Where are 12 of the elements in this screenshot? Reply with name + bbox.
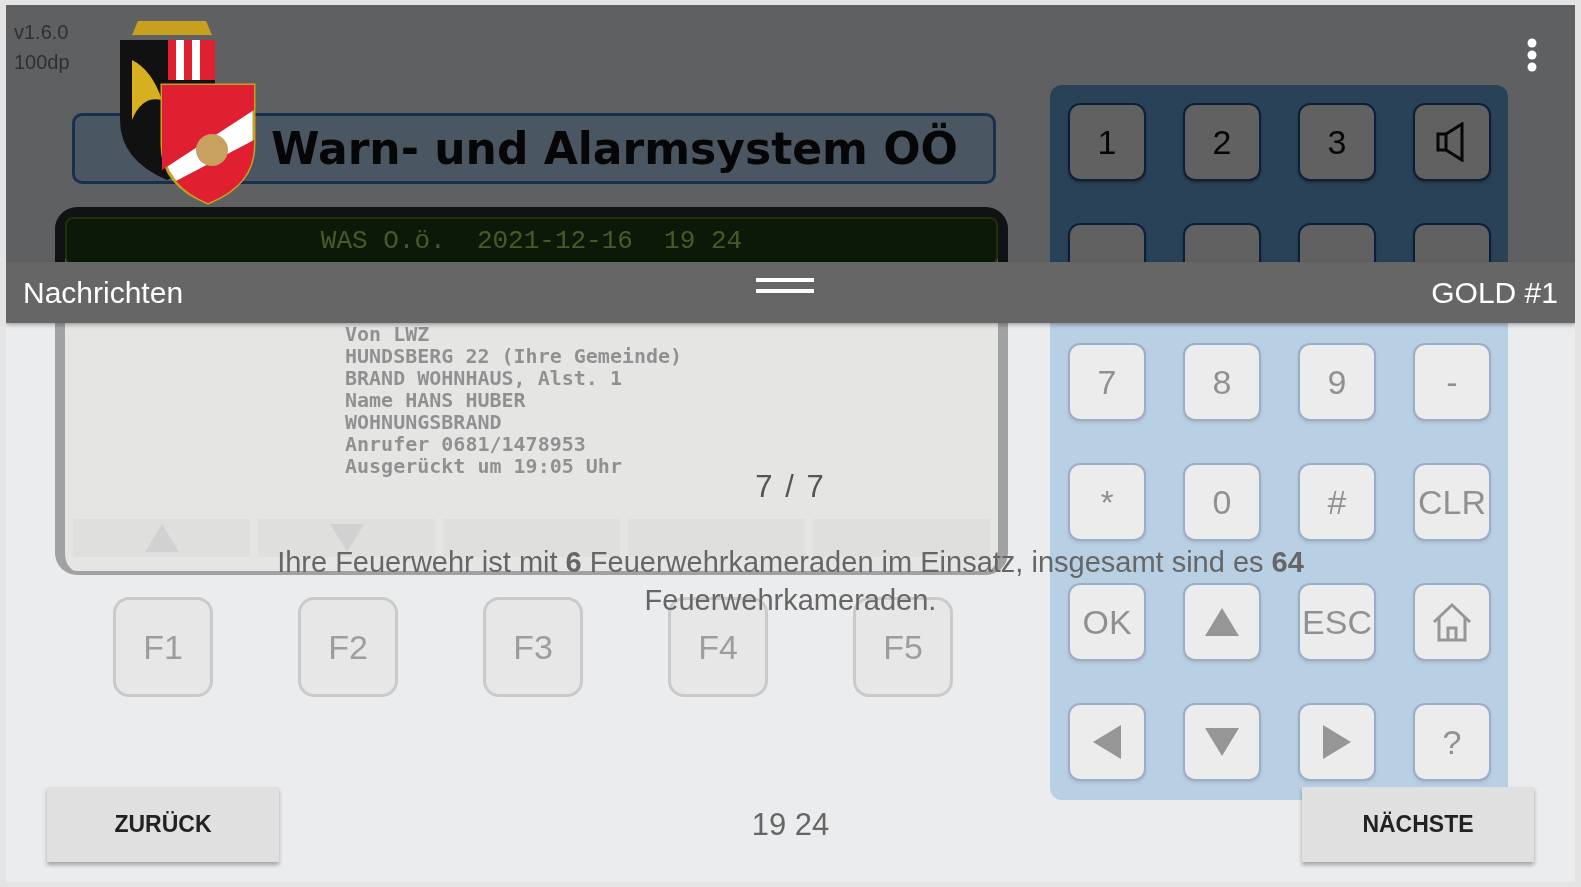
display-header: WAS O.ö. 2021-12-16 19 24 [65, 217, 998, 265]
display-line: Ausgerückt um 19:05 Uhr [345, 455, 623, 477]
display-line: BRAND WOHNHAUS, Alst. 1 [345, 367, 623, 389]
display-line: Von LWZ [345, 323, 431, 345]
display-line: Name HANS HUBER [345, 389, 527, 411]
display-line: Anrufer 0681/1478953 [345, 433, 587, 455]
display-line: HUNDSBERG 22 (Ihre Gemeinde) [345, 345, 684, 367]
sheet-title: Nachrichten [23, 275, 184, 310]
message-time: 19 24 [751, 806, 830, 843]
sheet-subtitle: GOLD #1 [1431, 275, 1558, 310]
message-counter: 7 / 7 [755, 469, 826, 505]
display-line: WOHNUNGSBRAND [345, 411, 503, 433]
